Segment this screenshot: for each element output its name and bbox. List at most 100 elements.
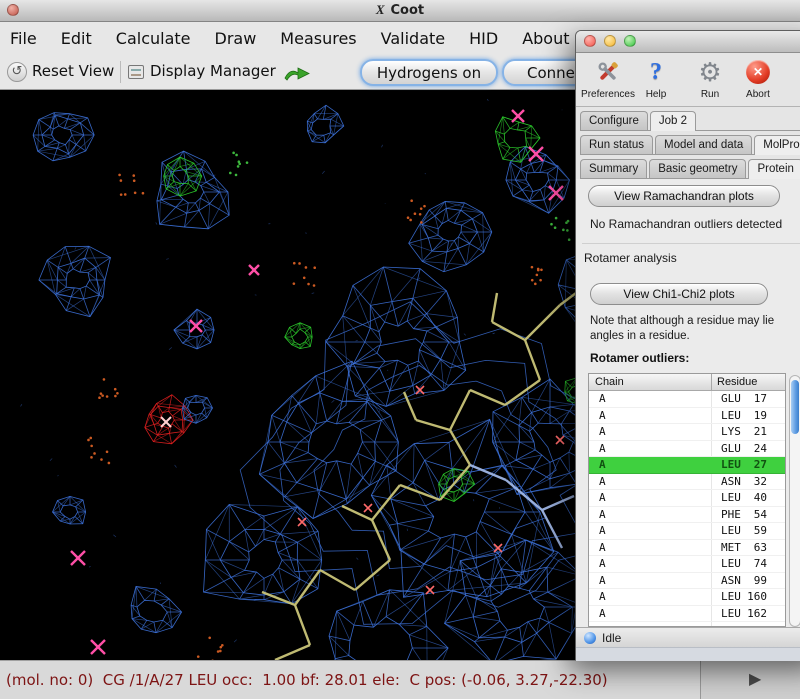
- tab-configure[interactable]: Configure: [580, 111, 648, 130]
- menu-draw[interactable]: Draw: [215, 29, 257, 48]
- dialog-status-bar: Idle: [576, 627, 800, 647]
- hydrogens-toggle-button[interactable]: Hydrogens on: [360, 59, 498, 86]
- display-manager-button[interactable]: Display Manager: [150, 62, 276, 80]
- rotamer-note-line1: Note that although a residue may lie: [590, 315, 774, 327]
- tabs-configure-job: ConfigureJob 2: [580, 107, 800, 131]
- residue-cell: LEU: [721, 524, 741, 537]
- tabs-run-status: Run statusModel and dataMolProbity: [580, 133, 800, 155]
- residue-cell: LEU: [721, 458, 741, 471]
- table-row[interactable]: A ASN 99: [589, 573, 785, 590]
- table-row[interactable]: ALEU160: [589, 589, 785, 606]
- chain-cell: A: [599, 607, 606, 620]
- view-chi1-chi2-plots-button[interactable]: View Chi1-Chi2 plots: [590, 283, 768, 305]
- chain-cell: A: [599, 541, 606, 554]
- chain-cell: A: [599, 574, 606, 587]
- dialog-title-bar: [576, 31, 800, 53]
- residue-cell: LEU: [721, 607, 741, 620]
- reset-view-button[interactable]: Reset View: [32, 62, 114, 80]
- tab-job-2[interactable]: Job 2: [650, 111, 696, 131]
- menu-validate[interactable]: Validate: [381, 29, 445, 48]
- chain-cell: A: [599, 392, 606, 405]
- table-row[interactable]: ALEU40: [589, 490, 785, 507]
- menu-hid[interactable]: HID: [469, 29, 498, 48]
- section-divider: [582, 243, 800, 244]
- table-row[interactable]: ALEU162: [589, 606, 785, 623]
- green-arrow-icon[interactable]: [284, 65, 310, 81]
- residue-number-cell: 24: [754, 442, 767, 455]
- menu-file[interactable]: File: [10, 29, 37, 48]
- menu-about[interactable]: About: [522, 29, 569, 48]
- gear-icon: ⚙: [698, 56, 721, 88]
- header-divider: [711, 374, 712, 390]
- tab-model-and-data[interactable]: Model and data: [655, 135, 752, 154]
- chain-cell: A: [599, 442, 606, 455]
- tab-summary[interactable]: Summary: [580, 159, 647, 178]
- table-row[interactable]: ALEU19: [589, 408, 785, 425]
- rotamer-outliers-table: Chain Residue AGLU17ALEU19ALYS21AGLU24AL…: [588, 373, 786, 627]
- table-row[interactable]: AGLU24: [589, 441, 785, 458]
- chain-cell: A: [599, 458, 606, 471]
- toolbar-abort-button[interactable]: ✕Abort: [730, 56, 786, 100]
- play-arrow-icon[interactable]: ▶: [749, 669, 761, 688]
- table-row[interactable]: A GLU 17: [589, 391, 785, 408]
- table-row[interactable]: ALEU59: [589, 523, 785, 540]
- residue-cell: GLU: [721, 392, 741, 405]
- toolbar-label: Abort: [746, 89, 770, 100]
- abort-icon: ✕: [746, 56, 770, 88]
- rotamer-analysis-title: Rotamer analysis: [584, 251, 677, 265]
- table-row[interactable]: ALEU27: [589, 457, 785, 474]
- toolbar-separator: [120, 61, 121, 83]
- dialog-resize-strip[interactable]: [576, 647, 800, 661]
- menu-calculate[interactable]: Calculate: [116, 29, 191, 48]
- chain-cell: A: [599, 409, 606, 422]
- table-row[interactable]: APHE54: [589, 507, 785, 524]
- reset-view-icon[interactable]: ↺: [7, 62, 27, 82]
- menu-measures[interactable]: Measures: [280, 29, 356, 48]
- toolbar-label: Preferences: [581, 89, 635, 100]
- title-bar: XCoot: [0, 0, 800, 22]
- scrollbar-thumb[interactable]: [791, 380, 799, 434]
- table-scrollbar[interactable]: [789, 375, 800, 627]
- residue-cell: ASN: [721, 574, 741, 587]
- chain-header[interactable]: Chain: [595, 376, 624, 388]
- chain-cell: A: [599, 590, 606, 603]
- residue-cell: LEU: [721, 409, 741, 422]
- validation-dialog: Preferences?Help⚙Run✕Abort ConfigureJob …: [575, 30, 800, 660]
- toolbar-partial-item[interactable]: [786, 56, 800, 89]
- display-manager-icon[interactable]: [128, 65, 144, 79]
- residue-cell: LYS: [721, 425, 741, 438]
- dialog-zoom-button[interactable]: [624, 35, 636, 47]
- help-icon: ?: [650, 56, 662, 88]
- view-ramachandran-plots-button[interactable]: View Ramachandran plots: [588, 185, 780, 207]
- tab-run-status[interactable]: Run status: [580, 135, 653, 154]
- x11-icon: X: [376, 2, 385, 17]
- dialog-close-button[interactable]: [584, 35, 596, 47]
- status-bar: (mol. no: 0) CG /1/A/27 LEU occ: 1.00 bf…: [0, 660, 800, 699]
- rotamer-outliers-label: Rotamer outliers:: [590, 351, 689, 365]
- scroll-panel[interactable]: ▶: [700, 661, 800, 699]
- residue-number-cell: 54: [754, 508, 767, 521]
- residue-number-cell: 17: [754, 392, 767, 405]
- toolbar-run-button[interactable]: ⚙Run: [690, 56, 730, 100]
- status-sphere-icon: [584, 632, 596, 644]
- residue-number-cell: 99: [754, 574, 767, 587]
- table-row[interactable]: ALYS21: [589, 424, 785, 441]
- table-row[interactable]: AASN32: [589, 474, 785, 491]
- chain-cell: A: [599, 508, 606, 521]
- toolbar-preferences-button[interactable]: Preferences: [580, 56, 636, 100]
- dialog-minimize-button[interactable]: [604, 35, 616, 47]
- toolbar-help-button[interactable]: ?Help: [636, 56, 676, 100]
- residue-header[interactable]: Residue: [717, 376, 757, 388]
- menu-edit[interactable]: Edit: [61, 29, 92, 48]
- residue-cell: ASN: [721, 475, 741, 488]
- residue-number-cell: 59: [754, 524, 767, 537]
- dialog-toolbar: Preferences?Help⚙Run✕Abort: [576, 53, 800, 107]
- table-header[interactable]: Chain Residue: [589, 374, 785, 391]
- tab-protein[interactable]: Protein: [748, 159, 800, 179]
- residue-cell: LEU: [721, 491, 741, 504]
- window-title: XCoot: [0, 2, 800, 18]
- tab-molprobity[interactable]: MolProbity: [754, 135, 800, 155]
- table-row[interactable]: ALEU74: [589, 556, 785, 573]
- table-row[interactable]: AMET63: [589, 540, 785, 557]
- tab-basic-geometry[interactable]: Basic geometry: [649, 159, 746, 178]
